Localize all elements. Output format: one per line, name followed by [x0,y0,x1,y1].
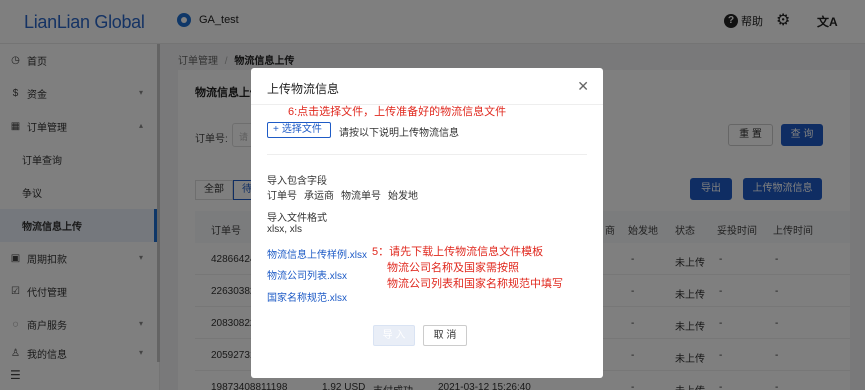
field-item: 物流单号 [341,191,381,202]
choose-file-button[interactable]: + 选择文件 [267,122,331,138]
choose-file-label: 选择文件 [281,124,322,135]
annotation-step-5-line-1: 5：请先下载上传物流信息文件模板 [372,246,544,258]
format-value: xlsx, xls [267,224,302,235]
field-item: 承运商 [304,191,334,202]
close-icon[interactable]: ✕ [577,79,589,93]
choose-file-hint: 请按以下说明上传物流信息 [339,128,459,139]
country-names-link[interactable]: 国家名称规范.xlsx [267,289,347,304]
fields-title: 导入包含字段 [267,176,327,187]
dialog-title: 上传物流信息 [267,82,340,96]
import-button[interactable]: 导 入 [373,325,415,346]
dialog-divider [267,154,587,155]
annotation-step-6: 6:点击选择文件，上传准备好的物流信息文件 [288,106,507,118]
format-title: 导入文件格式 [267,213,327,224]
sample-file-link[interactable]: 物流信息上传样例.xlsx [267,246,367,261]
plus-icon: + [273,124,279,135]
carrier-list-link[interactable]: 物流公司列表.xlsx [267,267,347,282]
fields-list: 订单号 承运商 物流单号 始发地 [267,187,425,202]
upload-logistics-dialog: 上传物流信息 ✕ 6:点击选择文件，上传准备好的物流信息文件 + 选择文件 请按以… [251,68,603,378]
field-item: 订单号 [267,191,297,202]
annotation-step-5-line-2: 物流公司名称及国家需按照 [387,262,519,274]
field-item: 始发地 [388,191,418,202]
annotation-step-5-line-3: 物流公司列表和国家名称规范中填写 [387,278,563,290]
cancel-button[interactable]: 取 消 [423,325,467,346]
